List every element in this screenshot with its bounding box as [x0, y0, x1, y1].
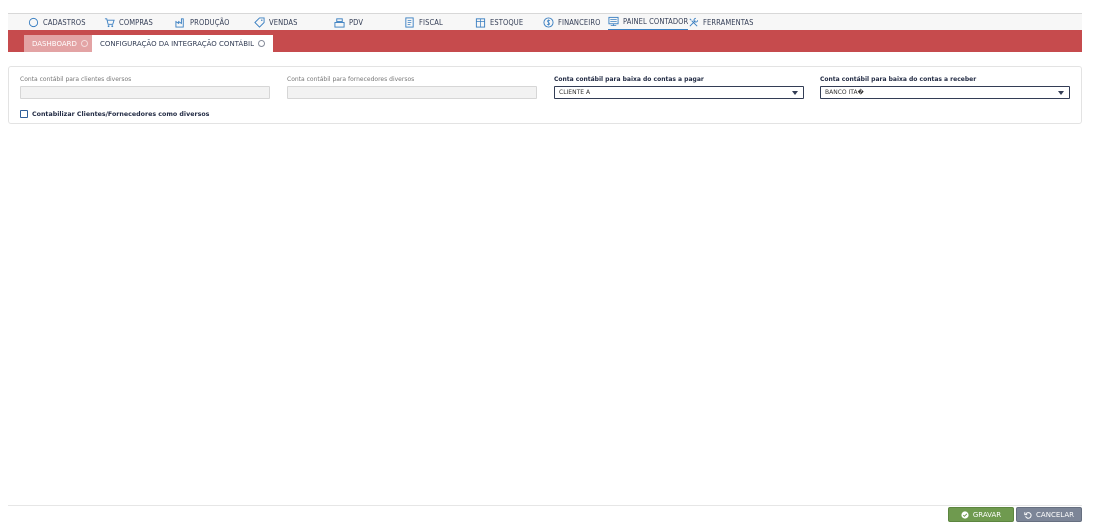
select-value: CLIENTE A	[559, 89, 591, 96]
clientes-diversos-input[interactable]	[20, 86, 270, 99]
form-panel: Conta contábil para clientes diversos Co…	[8, 66, 1082, 124]
menu-item-financeiro[interactable]: FINANCEIRO	[543, 14, 601, 31]
tab-bar: DASHBOARD CONFIGURAÇÃO DA INTEGRAÇÃO CON…	[8, 30, 1082, 52]
diversos-checkbox-row: Contabilizar Clientes/Fornecedores como …	[20, 110, 209, 118]
dollar-icon	[543, 17, 554, 28]
chevron-down-icon	[1058, 91, 1064, 95]
menu-item-label: FINANCEIRO	[558, 18, 601, 27]
tab-label: CONFIGURAÇÃO DA INTEGRAÇÃO CONTÁBIL	[100, 39, 254, 48]
contas-receber-select[interactable]: BANCO ITA�	[820, 86, 1070, 99]
menu-item-fiscal[interactable]: FISCAL	[404, 14, 443, 31]
menu-item-compras[interactable]: COMPRAS	[104, 14, 153, 31]
field-label: Conta contábil para fornecedores diverso…	[287, 76, 415, 83]
menu-item-label: ESTOQUE	[490, 18, 524, 27]
menu-item-label: FERRAMENTAS	[703, 18, 754, 27]
cancel-label: CANCELAR	[1036, 510, 1074, 519]
circle-icon	[28, 17, 39, 28]
menu-item-cadastros[interactable]: CADASTROS	[28, 14, 86, 31]
menu-item-label: VENDAS	[269, 18, 298, 27]
tab-configuracao-integracao[interactable]: CONFIGURAÇÃO DA INTEGRAÇÃO CONTÁBIL	[92, 35, 273, 52]
contas-pagar-select[interactable]: CLIENTE A	[554, 86, 804, 99]
field-label: Conta contábil para baixa do contas a re…	[820, 76, 977, 83]
field-label: Conta contábil para baixa do contas a pa…	[554, 76, 704, 83]
undo-icon	[1024, 511, 1032, 519]
fornecedores-diversos-input[interactable]	[287, 86, 537, 99]
field-clientes-diversos: Conta contábil para clientes diversos	[20, 76, 270, 99]
tab-label: DASHBOARD	[32, 39, 77, 48]
register-icon	[334, 18, 345, 28]
menu-item-producao[interactable]: PRODUÇÃO	[175, 14, 230, 31]
field-contas-pagar: Conta contábil para baixa do contas a pa…	[554, 76, 804, 99]
factory-icon	[175, 18, 184, 28]
footer-divider	[8, 505, 1082, 506]
close-icon[interactable]	[80, 40, 88, 47]
close-icon[interactable]	[257, 40, 265, 47]
diversos-checkbox[interactable]	[20, 110, 28, 118]
select-value: BANCO ITA�	[825, 89, 864, 96]
save-label: GRAVAR	[972, 510, 1002, 519]
monitor-icon	[608, 16, 619, 26]
field-label: Conta contábil para clientes diversos	[20, 76, 132, 83]
menu-item-ferramentas[interactable]: FERRAMENTAS	[688, 14, 754, 31]
field-fornecedores-diversos: Conta contábil para fornecedores diverso…	[287, 76, 537, 99]
menu-item-label: PDV	[349, 18, 364, 27]
checkbox-label: Contabilizar Clientes/Fornecedores como …	[32, 110, 210, 118]
save-button[interactable]: GRAVAR	[948, 507, 1014, 522]
field-contas-receber: Conta contábil para baixa do contas a re…	[820, 76, 1070, 99]
chevron-down-icon	[792, 91, 798, 95]
main-menu: CADASTROS COMPRAS PRODUÇÃO VENDAS PDV FI…	[8, 13, 1082, 31]
menu-item-vendas[interactable]: VENDAS	[254, 14, 298, 31]
tag-icon	[254, 17, 265, 28]
menu-item-label: COMPRAS	[119, 18, 153, 27]
menu-item-estoque[interactable]: ESTOQUE	[475, 14, 523, 31]
menu-item-label: PRODUÇÃO	[190, 18, 230, 27]
cancel-button[interactable]: CANCELAR	[1016, 507, 1082, 522]
document-icon	[405, 17, 414, 28]
box-icon	[475, 18, 486, 28]
cart-icon	[104, 18, 115, 28]
tools-icon	[689, 17, 699, 27]
menu-item-pdv[interactable]: PDV	[334, 14, 363, 31]
menu-item-label: FISCAL	[419, 18, 443, 27]
check-circle-icon	[961, 510, 969, 519]
menu-item-painel-contador[interactable]: PAINEL CONTADOR	[608, 14, 689, 31]
tab-dashboard[interactable]: DASHBOARD	[24, 35, 96, 52]
menu-item-label: CADASTROS	[43, 18, 86, 27]
menu-item-label: PAINEL CONTADOR	[623, 17, 689, 26]
